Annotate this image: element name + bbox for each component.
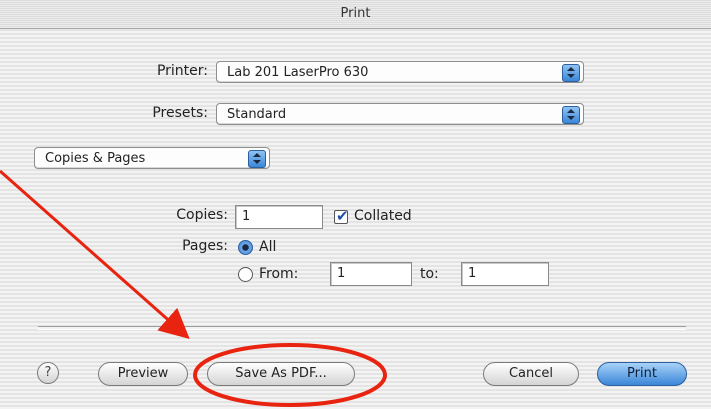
preview-button-label: Preview xyxy=(117,366,169,381)
copies-label: Copies: xyxy=(176,207,228,223)
pages-from-radio[interactable] xyxy=(238,267,253,282)
checkmark-icon: ✔ xyxy=(336,207,349,225)
pages-to-input[interactable]: 1 xyxy=(461,262,549,286)
presets-select-value: Standard xyxy=(227,107,287,122)
help-icon: ? xyxy=(44,365,52,380)
pages-to-label: to: xyxy=(420,266,439,282)
copies-input[interactable]: 1 xyxy=(235,205,323,229)
printer-label: Printer: xyxy=(156,63,208,79)
collated-checkbox[interactable]: ✔ xyxy=(334,207,349,225)
pages-all-radio[interactable] xyxy=(238,240,253,255)
presets-label: Presets: xyxy=(152,105,208,121)
save-as-pdf-button[interactable]: Save As PDF... xyxy=(207,362,355,386)
printer-select-value: Lab 201 LaserPro 630 xyxy=(227,65,369,80)
preview-button[interactable]: Preview xyxy=(98,362,188,386)
collated-label: Collated xyxy=(354,208,412,224)
divider xyxy=(38,326,686,330)
cancel-button[interactable]: Cancel xyxy=(483,362,579,386)
pages-from-label: From: xyxy=(259,266,299,282)
pages-to-value: 1 xyxy=(468,266,477,281)
help-button[interactable]: ? xyxy=(37,362,59,384)
window-title-bar: Print xyxy=(0,0,711,29)
cancel-button-label: Cancel xyxy=(508,366,554,381)
window-title: Print xyxy=(340,6,371,21)
print-button[interactable]: Print xyxy=(597,362,687,386)
pages-all-label: All xyxy=(259,239,277,255)
pages-from-value: 1 xyxy=(337,266,346,281)
copies-value: 1 xyxy=(242,209,251,224)
pages-label: Pages: xyxy=(182,238,228,254)
printer-select[interactable]: Lab 201 LaserPro 630 xyxy=(216,61,584,83)
presets-select[interactable]: Standard xyxy=(216,103,584,125)
panel-select-value: Copies & Pages xyxy=(45,151,146,166)
select-arrows-icon xyxy=(562,64,580,82)
print-button-label: Print xyxy=(627,366,657,381)
panel-select[interactable]: Copies & Pages xyxy=(34,147,270,169)
pages-from-input[interactable]: 1 xyxy=(330,262,412,286)
select-arrows-icon xyxy=(562,106,580,124)
save-as-pdf-button-label: Save As PDF... xyxy=(235,366,327,381)
select-arrows-icon xyxy=(248,150,266,168)
